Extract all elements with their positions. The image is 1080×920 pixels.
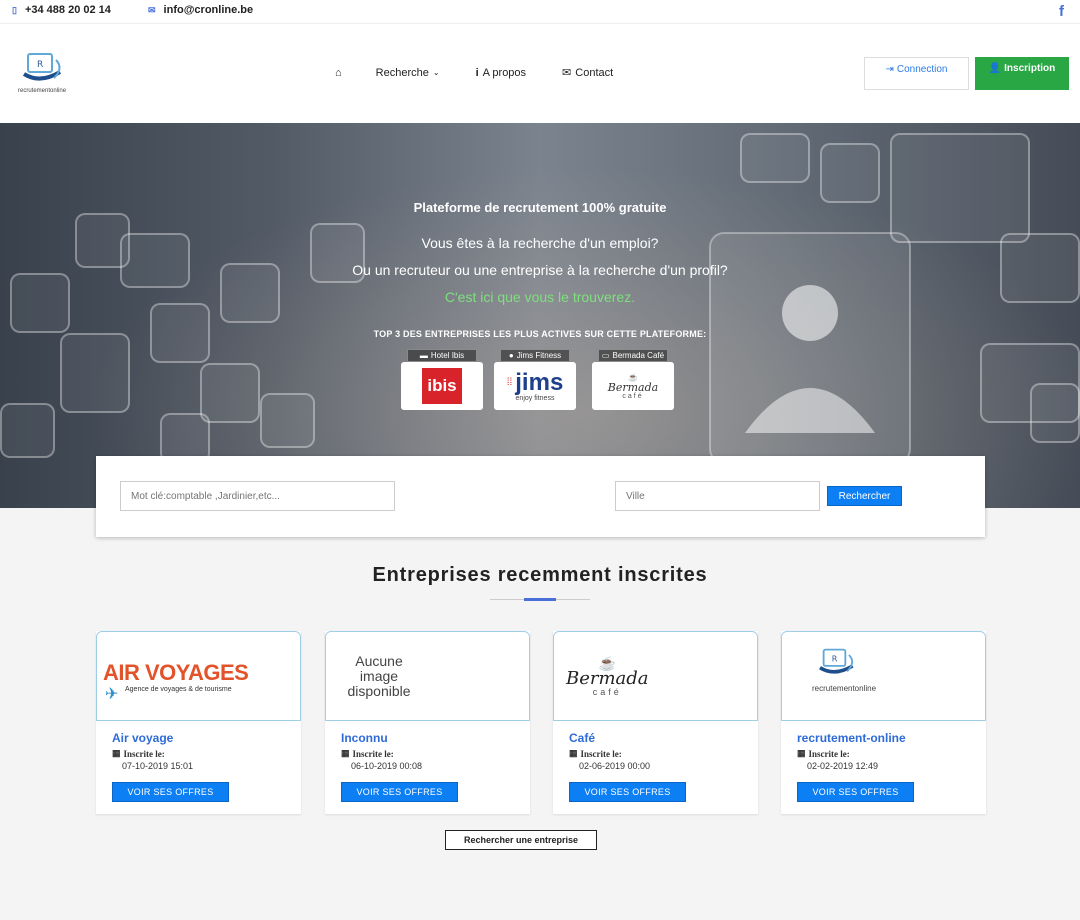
- email-contact[interactable]: ✉ info@cronline.be: [148, 4, 253, 16]
- main-nav: ⌂ Recherche ⌄ i A propos ✉ Contact: [335, 66, 649, 80]
- hero-line-2: Ou un recruteur ou une entreprise à la r…: [352, 262, 728, 278]
- company-name[interactable]: Inconnu: [341, 731, 388, 745]
- envelope-icon: ✉: [148, 4, 156, 15]
- hero-banner: Plateforme de recrutement 100% gratuite …: [0, 123, 1080, 508]
- header: R recrutementonline ⌂ Recherche ⌄ i A pr…: [0, 24, 1080, 123]
- user-plus-icon: 👤: [988, 63, 1002, 74]
- connection-button[interactable]: ⇥ Connection: [864, 57, 969, 90]
- top-bar: ▯ +34 488 20 02 14 ✉ info@cronline.be f: [0, 0, 1080, 24]
- calendar-icon: ▦: [569, 748, 578, 758]
- company-logo: ☕ Bermada café: [592, 362, 674, 410]
- phone-number: +34 488 20 02 14: [24, 4, 111, 16]
- connection-label: Connection: [896, 64, 948, 75]
- title-accent: [524, 598, 556, 601]
- top-company-ibis[interactable]: ▬ Hotel Ibis ibis: [401, 349, 483, 410]
- envelope-icon: ✉: [562, 67, 572, 79]
- nav-contact[interactable]: ✉ Contact: [562, 66, 614, 80]
- registered-label: ▦ Inscrite le:: [797, 748, 850, 759]
- nav-apropos-label: A propos: [482, 66, 527, 79]
- no-image-text: Aucune image disponible: [347, 652, 411, 699]
- view-offers-button[interactable]: VOIR SES OFFRES: [341, 782, 458, 802]
- calendar-icon: ▦: [112, 748, 121, 758]
- registered-date: 07-10-2019 15:01: [122, 761, 194, 771]
- company-card: ☕ Bermada café Café ▦ Inscrite le: 02-06…: [553, 631, 758, 814]
- company-name[interactable]: recrutement-online: [797, 731, 906, 745]
- registered-date: 02-06-2019 00:00: [579, 761, 651, 771]
- registered-label: ▦ Inscrite le:: [112, 748, 165, 759]
- registered-label: ▦ Inscrite le:: [341, 748, 394, 759]
- search-panel: Rechercher: [96, 456, 985, 537]
- nav-contact-label: Contact: [575, 66, 614, 79]
- top-company-bermada[interactable]: ▭ Bermada Café ☕ Bermada café: [592, 349, 674, 410]
- view-offers-button[interactable]: VOIR SES OFFRES: [569, 782, 686, 802]
- company-image[interactable]: AIR VOYAGES Agence de voyages & de touri…: [96, 631, 301, 721]
- company-image[interactable]: Aucune image disponible: [325, 631, 530, 721]
- company-card: Aucune image disponible Inconnu ▦ Inscri…: [325, 631, 530, 814]
- info-icon: i: [475, 66, 479, 79]
- chevron-down-icon: ⌄: [432, 68, 440, 77]
- plane-icon: ✈: [105, 686, 119, 703]
- company-logo: ⁞⁞ jims enjoy fitness: [494, 362, 576, 410]
- keyword-input[interactable]: [120, 481, 395, 511]
- view-offers-button[interactable]: VOIR SES OFFRES: [112, 782, 229, 802]
- email-address[interactable]: info@cronline.be: [164, 4, 254, 16]
- company-logo: ibis: [401, 362, 483, 410]
- cup-icon: ▭: [601, 351, 610, 360]
- inscription-button[interactable]: 👤 Inscription: [975, 57, 1069, 90]
- calendar-icon: ▦: [797, 748, 806, 758]
- nav-recherche-label: Recherche: [375, 66, 429, 79]
- nav-recherche[interactable]: Recherche ⌄: [376, 67, 440, 79]
- hero-line-1: Vous êtes à la recherche d'un emploi?: [421, 235, 659, 251]
- city-input[interactable]: [615, 481, 820, 511]
- phone-contact: ▯ +34 488 20 02 14: [12, 4, 111, 16]
- svg-text:R: R: [37, 60, 43, 70]
- company-name[interactable]: Café: [569, 731, 595, 745]
- nav-home[interactable]: ⌂: [335, 67, 342, 79]
- facebook-icon[interactable]: f: [1059, 3, 1064, 20]
- dumbbell-icon: ●: [508, 351, 514, 360]
- view-offers-button[interactable]: VOIR SES OFFRES: [797, 782, 914, 802]
- section-title: Entreprises recemment inscrites: [372, 564, 708, 586]
- company-card: R recrutementonline recrutement-online ▦…: [781, 631, 986, 814]
- company-image[interactable]: ☕ Bermada café: [553, 631, 758, 721]
- company-image[interactable]: R recrutementonline: [781, 631, 986, 721]
- company-tag: ▭ Bermada Café: [598, 349, 668, 362]
- bed-icon: ▬: [419, 351, 428, 360]
- top3-heading: TOP 3 DES ENTREPRISES LES PLUS ACTIVES S…: [373, 329, 707, 339]
- find-company-button[interactable]: Rechercher une entreprise: [445, 830, 597, 850]
- svg-text:R: R: [832, 653, 838, 663]
- logo-text: recrutementonline: [18, 88, 67, 94]
- registered-label: ▦ Inscrite le:: [569, 748, 622, 759]
- inscription-label: Inscription: [1004, 63, 1056, 74]
- calendar-icon: ▦: [341, 748, 350, 758]
- registered-date: 02-02-2019 12:49: [807, 761, 879, 771]
- recrutement-logo: R: [819, 648, 854, 674]
- mobile-icon: ▯: [12, 4, 17, 15]
- company-card: AIR VOYAGES Agence de voyages & de touri…: [96, 631, 301, 814]
- sign-in-icon: ⇥: [885, 64, 894, 75]
- home-icon: ⌂: [335, 66, 342, 79]
- hero-line-3: C'est ici que vous le trouverez.: [444, 289, 636, 305]
- hero-title: Plateforme de recrutement 100% gratuite: [413, 200, 667, 215]
- top-company-jims[interactable]: ● Jims Fitness ⁞⁞ jims enjoy fitness: [494, 349, 576, 410]
- registered-date: 06-10-2019 00:08: [351, 761, 423, 771]
- company-tag: ● Jims Fitness: [500, 349, 570, 362]
- search-button[interactable]: Rechercher: [827, 486, 902, 506]
- company-name[interactable]: Air voyage: [112, 731, 173, 745]
- company-tag: ▬ Hotel Ibis: [407, 349, 477, 362]
- nav-apropos[interactable]: i A propos: [476, 67, 526, 79]
